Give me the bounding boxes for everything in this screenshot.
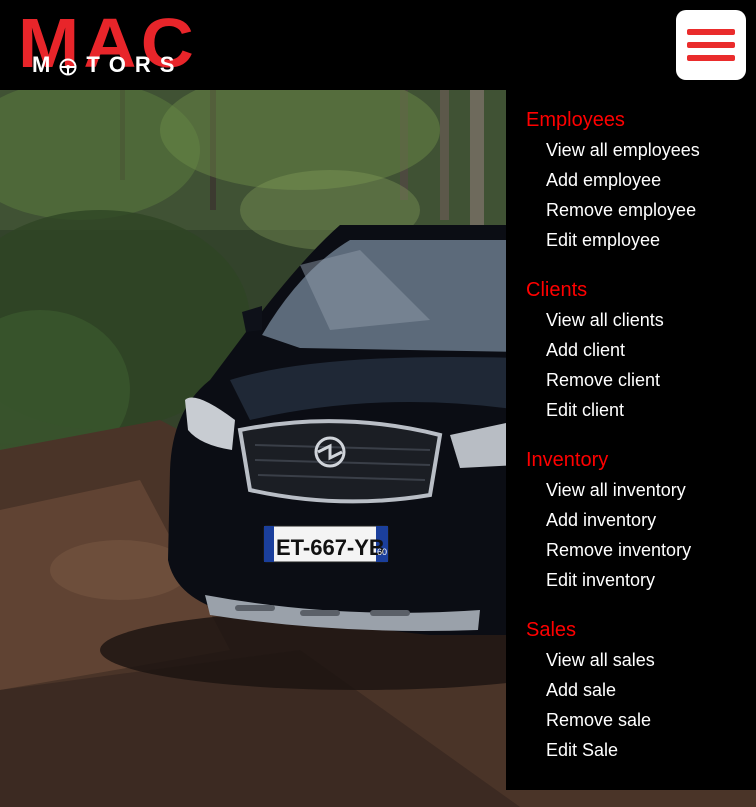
hamburger-menu-icon: [687, 29, 735, 35]
menu-section-employees: Employees View all employees Add employe…: [526, 105, 700, 255]
menu-item-edit-inventory[interactable]: Edit inventory: [546, 565, 691, 595]
menu-heading-clients[interactable]: Clients: [526, 275, 664, 305]
menu-item-add-sale[interactable]: Add sale: [546, 675, 655, 705]
menu-item-remove-client[interactable]: Remove client: [546, 365, 664, 395]
steering-wheel-icon: [59, 56, 77, 76]
menu-item-add-employee[interactable]: Add employee: [546, 165, 700, 195]
logo-letter: S: [159, 52, 175, 77]
menu-heading-sales[interactable]: Sales: [526, 615, 655, 645]
logo-subtext: M T O R S: [32, 52, 174, 78]
license-plate-text: ET-667-YB: [276, 535, 385, 560]
menu-section-sales: Sales View all sales Add sale Remove sal…: [526, 615, 655, 765]
menu-toggle-button[interactable]: [676, 10, 746, 80]
menu-item-add-client[interactable]: Add client: [546, 335, 664, 365]
menu-item-view-all-sales[interactable]: View all sales: [546, 645, 655, 675]
menu-item-edit-sale[interactable]: Edit Sale: [546, 735, 655, 765]
menu-section-clients: Clients View all clients Add client Remo…: [526, 275, 664, 425]
logo-letter: R: [134, 52, 151, 77]
menu-item-view-all-inventory[interactable]: View all inventory: [546, 475, 691, 505]
menu-heading-employees[interactable]: Employees: [526, 105, 700, 135]
nav-menu: Employees View all employees Add employe…: [506, 90, 756, 790]
menu-section-inventory: Inventory View all inventory Add invento…: [526, 445, 691, 595]
menu-item-edit-client[interactable]: Edit client: [546, 395, 664, 425]
menu-item-remove-employee[interactable]: Remove employee: [546, 195, 700, 225]
menu-heading-inventory[interactable]: Inventory: [526, 445, 691, 475]
menu-item-add-inventory[interactable]: Add inventory: [546, 505, 691, 535]
logo-letter: T: [86, 52, 100, 77]
menu-item-remove-inventory[interactable]: Remove inventory: [546, 535, 691, 565]
menu-item-view-all-clients[interactable]: View all clients: [546, 305, 664, 335]
top-header: MAC M T O R S: [0, 0, 756, 90]
menu-item-edit-employee[interactable]: Edit employee: [546, 225, 700, 255]
logo-letter: O: [108, 52, 126, 77]
license-plate-region: 60: [377, 547, 387, 557]
app-page: ET-667-YB 60 MAC M T O R S Employees Vie…: [0, 0, 756, 807]
menu-item-view-all-employees[interactable]: View all employees: [546, 135, 700, 165]
menu-item-remove-sale[interactable]: Remove sale: [546, 705, 655, 735]
logo-letter: M: [32, 52, 51, 77]
brand-logo[interactable]: MAC M T O R S: [18, 8, 194, 78]
